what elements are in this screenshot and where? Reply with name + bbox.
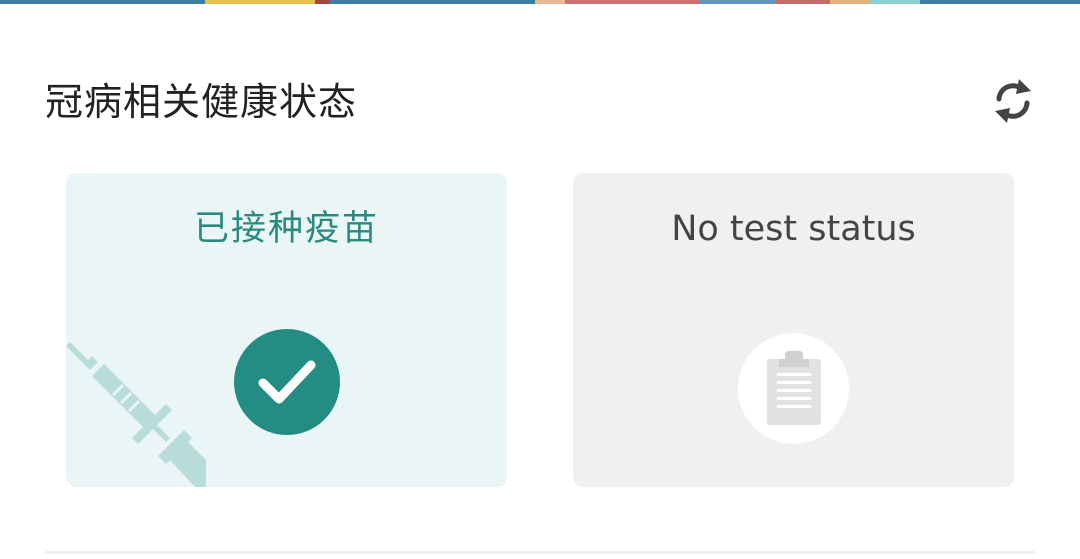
vaccination-status-card[interactable]: 已接种疫苗	[66, 173, 507, 487]
clipboard-icon	[766, 350, 821, 425]
refresh-button[interactable]	[991, 74, 1035, 128]
vaccinated-check-badge	[234, 329, 340, 435]
syringe-icon	[66, 342, 206, 487]
refresh-icon	[995, 79, 1031, 123]
test-status-card[interactable]: No test status	[573, 173, 1014, 487]
clipboard-badge	[738, 333, 849, 444]
top-decorative-strip	[0, 0, 1080, 4]
test-status-title: No test status	[671, 209, 916, 249]
section-header: 冠病相关健康状态	[45, 74, 1035, 130]
covid-health-status-screen: 冠病相关健康状态 已接种疫苗 No test status	[0, 0, 1080, 559]
section-divider	[45, 551, 1035, 554]
vaccination-status-title: 已接种疫苗	[193, 209, 379, 249]
check-icon	[258, 360, 316, 404]
section-title: 冠病相关健康状态	[45, 80, 358, 124]
